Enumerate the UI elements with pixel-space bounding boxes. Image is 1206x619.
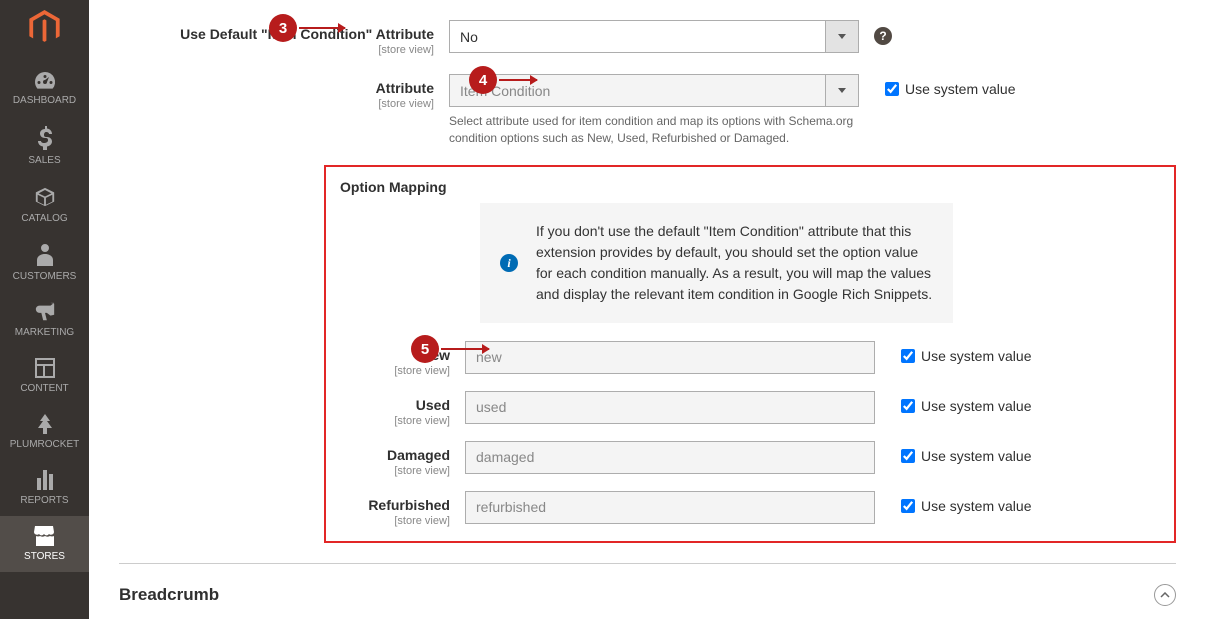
- field-scope: [store view]: [119, 44, 434, 56]
- info-message: i If you don't use the default "Item Con…: [480, 203, 953, 323]
- callout-3-arrow: [299, 27, 345, 29]
- section-title: Breadcrumb: [119, 585, 219, 605]
- dollar-icon: [36, 126, 54, 150]
- nav-label: REPORTS: [20, 495, 68, 506]
- checkbox-label: Use system value: [921, 498, 1031, 514]
- nav-label: SALES: [28, 155, 60, 166]
- field-label: Attribute: [376, 80, 434, 96]
- collapse-toggle[interactable]: [1154, 584, 1176, 606]
- mapping-input-damaged[interactable]: [465, 441, 875, 474]
- chevron-up-icon: [1160, 592, 1170, 598]
- nav-dashboard[interactable]: DASHBOARD: [0, 60, 89, 116]
- info-text: If you don't use the default "Item Condi…: [536, 223, 932, 302]
- gauge-icon: [33, 70, 57, 90]
- nav-stores[interactable]: STORES: [0, 516, 89, 572]
- chart-icon: [35, 470, 55, 490]
- use-system-value-checkbox[interactable]: Use system value: [901, 391, 1031, 414]
- mapping-row-new: New [store view] Use system value: [340, 341, 1160, 377]
- field-help-text: Select attribute used for item condition…: [449, 113, 859, 147]
- checkbox-label: Use system value: [905, 81, 1015, 97]
- checkbox-input[interactable]: [901, 399, 915, 413]
- callout-3: 3: [269, 14, 297, 42]
- nav-catalog[interactable]: CATALOG: [0, 176, 89, 234]
- mapping-input-used[interactable]: [465, 391, 875, 424]
- nav-label: CUSTOMERS: [13, 271, 77, 282]
- person-icon: [37, 244, 53, 266]
- use-system-value-checkbox[interactable]: Use system value: [901, 441, 1031, 464]
- main-content: 3 Use Default "Item Condition" Attribute…: [89, 0, 1206, 619]
- megaphone-icon: [34, 302, 56, 322]
- mapping-row-damaged: Damaged [store view] Use system value: [340, 441, 1160, 477]
- help-tooltip-icon[interactable]: ?: [874, 27, 892, 45]
- nav-plumrocket[interactable]: PLUMROCKET: [0, 404, 89, 460]
- nav-content[interactable]: CONTENT: [0, 348, 89, 404]
- breadcrumb-section-header[interactable]: Breadcrumb: [119, 578, 1176, 612]
- field-scope: [store view]: [340, 415, 450, 427]
- info-icon: i: [500, 254, 518, 272]
- nav-label: CATALOG: [21, 213, 67, 224]
- field-scope: [store view]: [340, 515, 450, 527]
- nav-customers[interactable]: CUSTOMERS: [0, 234, 89, 292]
- select-toggle[interactable]: [826, 20, 859, 53]
- field-scope: [store view]: [119, 98, 434, 110]
- checkbox-input[interactable]: [901, 349, 915, 363]
- nav-label: CONTENT: [20, 383, 68, 394]
- nav-label: DASHBOARD: [13, 95, 76, 106]
- select-value: No: [449, 20, 826, 53]
- use-default-select[interactable]: No: [449, 20, 859, 53]
- checkbox-label: Use system value: [921, 348, 1031, 364]
- layout-icon: [35, 358, 55, 378]
- callout-5-arrow: [441, 348, 489, 350]
- magento-logo: [27, 10, 62, 45]
- chevron-down-icon: [838, 34, 846, 39]
- chevron-down-icon: [838, 88, 846, 93]
- nav-sales[interactable]: SALES: [0, 116, 89, 176]
- mapping-row-refurbished: Refurbished [store view] Use system valu…: [340, 491, 1160, 527]
- mapping-row-used: Used [store view] Use system value: [340, 391, 1160, 427]
- nav-marketing[interactable]: MARKETING: [0, 292, 89, 348]
- mapping-input-refurbished[interactable]: [465, 491, 875, 524]
- nav-label: PLUMROCKET: [10, 439, 79, 450]
- nav-label: MARKETING: [15, 327, 74, 338]
- callout-5: 5: [411, 335, 439, 363]
- checkbox-input[interactable]: [901, 499, 915, 513]
- field-scope: [store view]: [340, 365, 450, 377]
- field-scope: [store view]: [340, 465, 450, 477]
- mapping-input-new[interactable]: [465, 341, 875, 374]
- use-system-value-checkbox[interactable]: Use system value: [901, 491, 1031, 514]
- select-toggle[interactable]: [826, 74, 859, 107]
- option-mapping-section: Option Mapping i If you don't use the de…: [324, 165, 1176, 543]
- checkbox-label: Use system value: [921, 398, 1031, 414]
- mapping-label: Damaged: [387, 447, 450, 463]
- admin-sidebar: DASHBOARD SALES CATALOG CUSTOMERS MARKET…: [0, 0, 89, 619]
- use-system-value-checkbox[interactable]: Use system value: [885, 74, 1015, 97]
- nav-reports[interactable]: REPORTS: [0, 460, 89, 516]
- option-mapping-title: Option Mapping: [340, 179, 1160, 195]
- callout-4: 4: [469, 66, 497, 94]
- row-attribute: Attribute [store view] Item Condition Se…: [119, 74, 1176, 147]
- mapping-label: Refurbished: [368, 497, 450, 513]
- checkbox-input[interactable]: [901, 449, 915, 463]
- tree-icon: [35, 414, 55, 434]
- section-divider: [119, 563, 1176, 564]
- use-system-value-checkbox[interactable]: Use system value: [901, 341, 1031, 364]
- nav-label: STORES: [24, 551, 65, 562]
- checkbox-input[interactable]: [885, 82, 899, 96]
- store-icon: [34, 526, 56, 546]
- checkbox-label: Use system value: [921, 448, 1031, 464]
- mapping-label: Used: [416, 397, 450, 413]
- callout-4-arrow: [499, 79, 537, 81]
- box-icon: [34, 186, 56, 208]
